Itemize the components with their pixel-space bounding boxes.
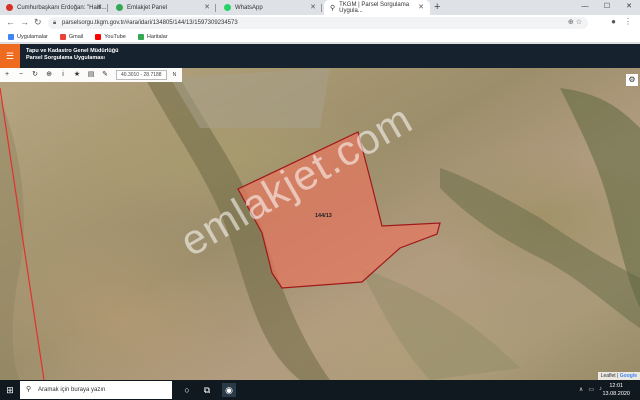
bookmark-youtube[interactable]: YouTube xyxy=(95,33,126,40)
address-bar[interactable]: 🔒︎ parselsorgu.tkgm.gov.tr/#ara/idari/13… xyxy=(48,17,588,29)
menu-kebab-icon[interactable]: ⋮ xyxy=(624,17,632,26)
system-tray: ∧ ▭ ♪ xyxy=(579,386,602,393)
tab-erdogan[interactable]: Cumhurbaşkanı Erdoğan: "Hadi... ✕ xyxy=(0,0,108,15)
apps-grid-icon xyxy=(8,33,14,40)
map-imagery xyxy=(0,68,640,380)
close-tab-icon[interactable]: ✕ xyxy=(310,3,316,11)
map-view[interactable]: + − ↻ ⊕ i ★ ▤ ✎ 40.3010 - 28.7188 N ⚙ em… xyxy=(0,68,640,380)
tab-whatsapp[interactable]: WhatsApp ✕ xyxy=(218,0,322,15)
taskbar-search-placeholder: Aramak için buraya yazın xyxy=(38,387,106,393)
locate-icon[interactable]: ⊕ xyxy=(42,68,56,82)
tab-title: WhatsApp xyxy=(235,4,263,11)
clock-date: 13.08.2020 xyxy=(602,391,630,397)
chevron-up-icon[interactable]: ∧ xyxy=(579,386,583,393)
url-text: parselsorgu.tkgm.gov.tr/#ara/idari/13480… xyxy=(62,20,238,26)
address-bar-icons: ⊕ ☆ xyxy=(568,17,582,29)
map-attribution: Leaflet | Google xyxy=(597,372,640,380)
bookmark-maps[interactable]: Haritalar xyxy=(137,33,168,40)
tab-emlakjet[interactable]: Emlakjet Panel ✕ xyxy=(110,0,216,15)
tab-title: Emlakjet Panel xyxy=(127,4,168,11)
zoom-in-button[interactable]: + xyxy=(0,68,14,82)
reload-icon[interactable]: ↻ xyxy=(34,17,42,28)
layers-icon[interactable]: ▤ xyxy=(84,68,98,82)
app-header: ☰ Tapu ve Kadastro Genel Müdürlüğü Parse… xyxy=(0,44,640,68)
field-edge xyxy=(0,98,24,380)
whatsapp-favicon-icon xyxy=(224,4,231,11)
windows-taskbar: ⊞ ⚲ Aramak için buraya yazın ○ ⧉ ◉ ∧ ▭ ♪… xyxy=(0,380,640,400)
google-attribution: Google xyxy=(619,373,637,379)
coordinate-readout: 40.3010 - 28.7188 xyxy=(116,70,167,80)
toolbar-right: ● ⋮ xyxy=(611,17,632,26)
bookmark-gmail[interactable]: Gmail xyxy=(59,33,84,40)
close-window-icon[interactable]: ✕ xyxy=(618,0,640,15)
browser-toolbar: ← → ↻ 🔒︎ parselsorgu.tkgm.gov.tr/#ara/id… xyxy=(0,15,640,31)
leaflet-link[interactable]: Leaflet xyxy=(601,373,616,379)
hamburger-menu-icon[interactable]: ☰ xyxy=(0,44,20,68)
forward-icon[interactable]: → xyxy=(20,17,29,27)
close-tab-icon[interactable]: ✕ xyxy=(418,3,424,11)
bookmark-label: YouTube xyxy=(104,33,126,40)
back-icon[interactable]: ← xyxy=(6,17,15,27)
location-pin-icon: ⚲ xyxy=(330,4,336,12)
tab-tkgm[interactable]: ⚲ TKGM | Parsel Sorgulama Uygula... ✕ xyxy=(324,0,430,15)
close-tab-icon[interactable]: ✕ xyxy=(96,3,102,11)
srs-label: N xyxy=(172,72,177,78)
app-title: Tapu ve Kadastro Genel Müdürlüğü Parsel … xyxy=(26,48,119,62)
maps-icon xyxy=(137,33,144,40)
clock-time: 12:01 xyxy=(609,383,624,389)
bookmark-label: Haritalar xyxy=(146,33,168,40)
bookmark-star-icon[interactable]: ☆ xyxy=(576,19,582,26)
tab-title: TKGM | Parsel Sorgulama Uygula... xyxy=(339,1,410,14)
lock-icon: 🔒︎ xyxy=(53,20,57,26)
windows-start-icon[interactable]: ⊞ xyxy=(4,384,16,396)
youtube-icon xyxy=(95,33,102,40)
tab-title: Cumhurbaşkanı Erdoğan: "Hadi... xyxy=(17,4,107,11)
close-tab-icon[interactable]: ✕ xyxy=(204,3,210,11)
bookmark-label: Uygulamalar xyxy=(17,33,48,40)
bookmarks-bar: Uygulamalar Gmail YouTube Haritalar xyxy=(0,31,640,43)
location-icon[interactable]: ⊕ xyxy=(568,19,574,26)
bookmark-label: Gmail xyxy=(68,33,84,40)
maximize-icon[interactable]: ☐ xyxy=(596,0,618,15)
news-favicon-icon xyxy=(6,4,13,11)
gmail-icon xyxy=(59,33,66,40)
minimize-icon[interactable]: — xyxy=(574,0,596,15)
taskbar-search-input[interactable]: ⚲ Aramak için buraya yazın xyxy=(20,381,172,399)
favorite-star-icon[interactable]: ★ xyxy=(70,68,84,82)
app-title-line1: Tapu ve Kadastro Genel Müdürlüğü xyxy=(26,48,119,54)
new-tab-button[interactable]: + xyxy=(434,1,440,13)
emlakjet-favicon-icon xyxy=(116,4,123,11)
info-icon[interactable]: i xyxy=(56,68,70,82)
task-view-icon[interactable]: ⧉ xyxy=(200,383,214,397)
ruler-icon[interactable]: ✎ xyxy=(98,68,112,82)
refresh-icon[interactable]: ↻ xyxy=(28,68,42,82)
field-patch xyxy=(360,268,520,380)
cortana-icon[interactable]: ○ xyxy=(180,383,194,397)
chrome-icon[interactable]: ◉ xyxy=(222,383,236,397)
search-icon: ⚲ xyxy=(26,386,32,393)
app-title-line2: Parsel Sorgulama Uygulaması xyxy=(26,55,105,61)
avatar[interactable]: ● xyxy=(611,17,616,26)
bookmark-apps[interactable]: Uygulamalar xyxy=(8,33,48,40)
taskbar-clock[interactable]: 12:01 13.08.2020 xyxy=(602,382,630,398)
parcel-label: 144/13 xyxy=(315,213,332,219)
map-toolbar: + − ↻ ⊕ i ★ ▤ ✎ 40.3010 - 28.7188 N xyxy=(0,68,183,82)
browser-tab-bar: Cumhurbaşkanı Erdoğan: "Hadi... ✕ Emlakj… xyxy=(0,0,640,15)
network-icon[interactable]: ▭ xyxy=(588,386,594,393)
gear-icon[interactable]: ⚙ xyxy=(626,74,638,86)
zoom-out-button[interactable]: − xyxy=(14,68,28,82)
window-controls: — ☐ ✕ xyxy=(574,0,640,15)
